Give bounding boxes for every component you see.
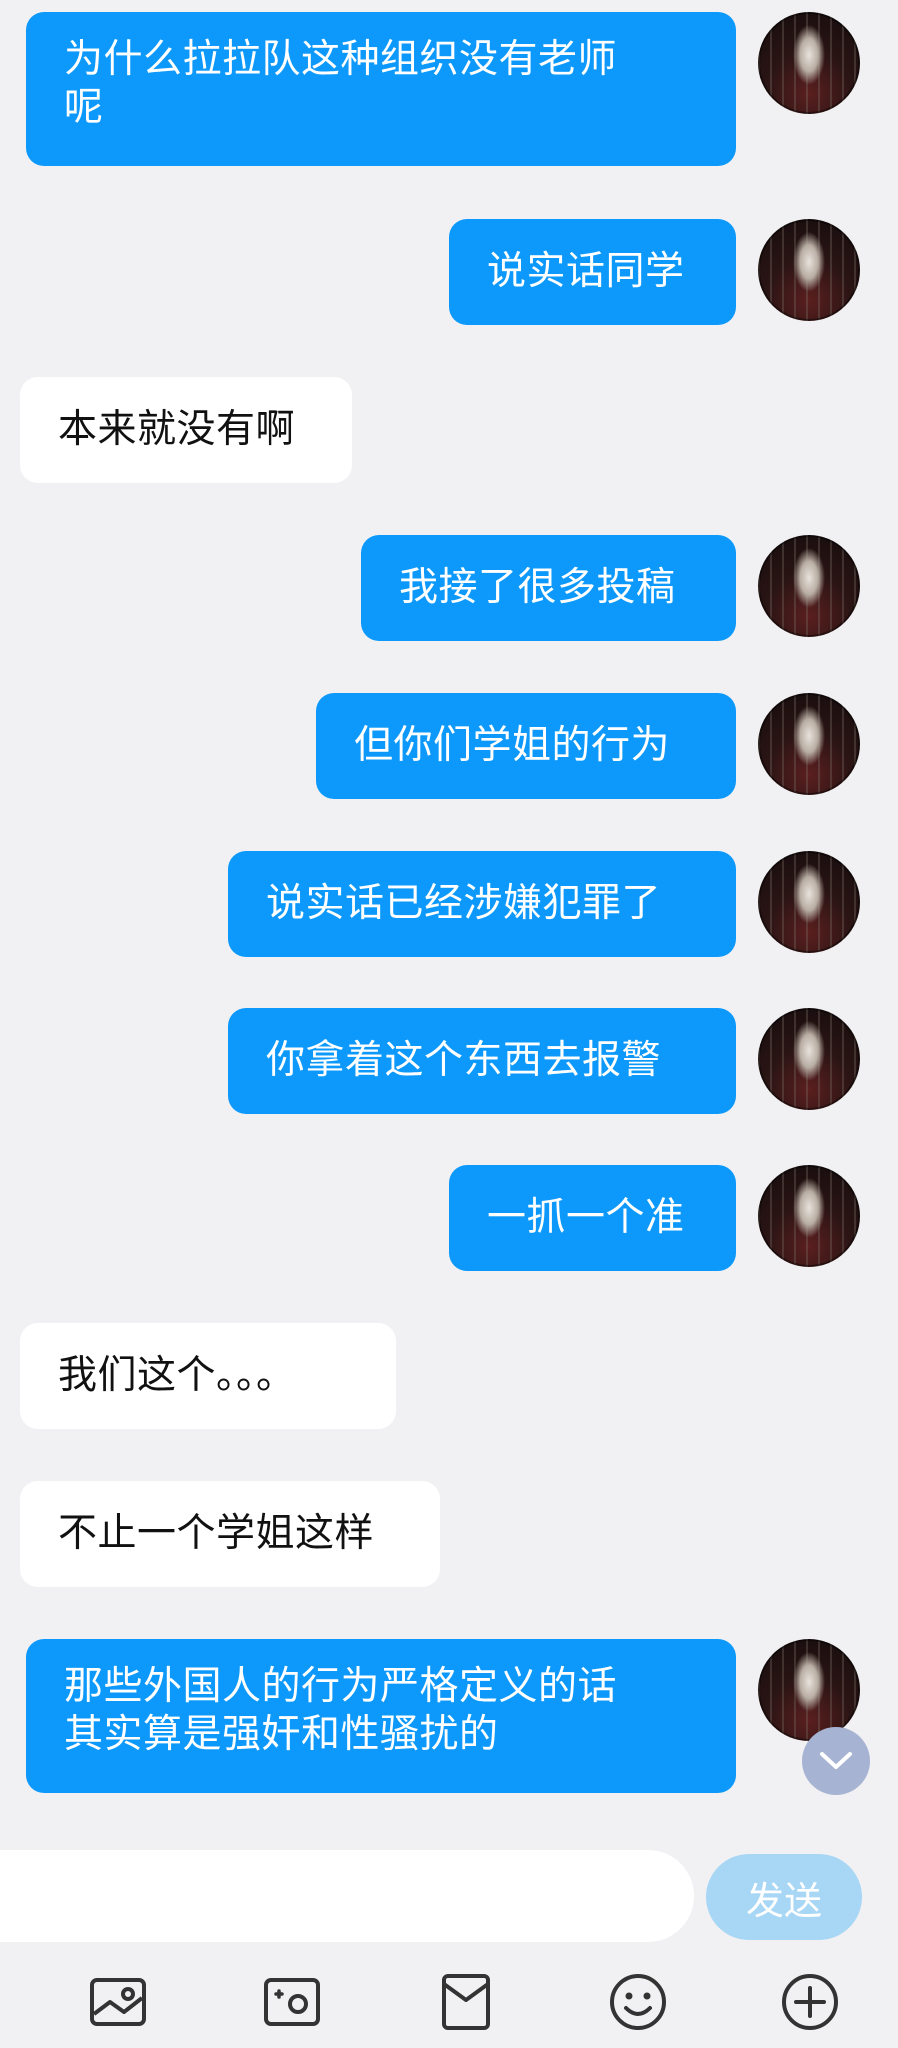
- message-bubble-incoming[interactable]: 我们这个。。。: [20, 1323, 396, 1429]
- avatar[interactable]: [758, 535, 860, 637]
- toolbar: [0, 1970, 898, 2048]
- message-bubble-outgoing[interactable]: 为什么拉拉队这种组织没有老师 呢: [26, 12, 736, 166]
- avatar[interactable]: [758, 12, 860, 114]
- message-input[interactable]: [0, 1850, 694, 1942]
- avatar[interactable]: [758, 219, 860, 321]
- message-bubble-incoming[interactable]: 本来就没有啊: [20, 377, 352, 483]
- emoji-icon[interactable]: [606, 1970, 670, 2034]
- message-bubble-outgoing[interactable]: 那些外国人的行为严格定义的话 其实算是强奸和性骚扰的: [26, 1639, 736, 1793]
- message-bubble-incoming[interactable]: 不止一个学姐这样: [20, 1481, 440, 1587]
- file-icon[interactable]: [434, 1970, 498, 2034]
- message-bubble-outgoing[interactable]: 你拿着这个东西去报警: [228, 1008, 736, 1114]
- message-bubble-outgoing[interactable]: 我接了很多投稿: [361, 535, 736, 641]
- camera-icon[interactable]: [260, 1970, 324, 2034]
- message-bubble-outgoing[interactable]: 但你们学姐的行为: [316, 693, 736, 799]
- avatar[interactable]: [758, 851, 860, 953]
- message-bubble-outgoing[interactable]: 说实话同学: [449, 219, 736, 325]
- scroll-to-bottom-button[interactable]: [802, 1727, 870, 1795]
- image-icon[interactable]: [86, 1970, 150, 2034]
- message-bubble-outgoing[interactable]: 说实话已经涉嫌犯罪了: [228, 851, 736, 957]
- send-button[interactable]: 发送: [706, 1854, 862, 1940]
- avatar[interactable]: [758, 1639, 860, 1741]
- avatar[interactable]: [758, 1008, 860, 1110]
- plus-icon[interactable]: [778, 1970, 842, 2034]
- avatar[interactable]: [758, 1165, 860, 1267]
- message-bubble-outgoing[interactable]: 一抓一个准: [449, 1165, 736, 1271]
- chat-history[interactable]: 为什么拉拉队这种组织没有老师 呢 说实话同学 本来就没有啊 我接了很多投稿 但你…: [0, 0, 898, 1830]
- avatar[interactable]: [758, 693, 860, 795]
- chevron-down-icon: [820, 1752, 852, 1769]
- composer-bar: 发送: [0, 1830, 898, 2048]
